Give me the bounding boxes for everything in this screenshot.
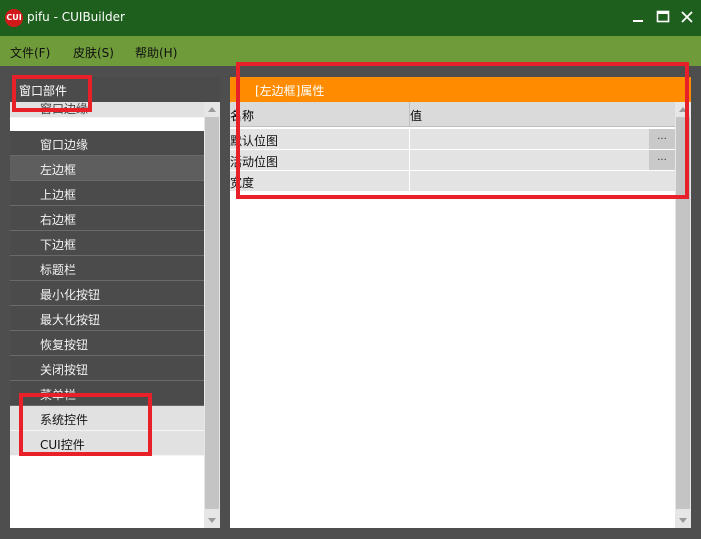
annotation-box-controls — [19, 393, 152, 456]
list-item-restore-button[interactable]: 恢复按钮 — [10, 331, 204, 356]
scroll-up-icon[interactable] — [207, 105, 217, 113]
app-logo-icon: CUI — [5, 9, 23, 27]
menu-help[interactable]: 帮助(H) — [135, 44, 177, 61]
list-item-window-edge[interactable]: 窗口边缘 — [10, 131, 204, 156]
list-item-bottom-border[interactable]: 下边框 — [10, 231, 204, 256]
maximize-icon[interactable] — [654, 8, 672, 26]
minimize-icon[interactable] — [629, 8, 647, 26]
menu-file[interactable]: 文件(F) — [10, 44, 50, 61]
close-icon[interactable] — [678, 8, 696, 26]
list-item-title-bar[interactable]: 标题栏 — [10, 256, 204, 281]
left-scrollbar[interactable] — [204, 102, 220, 528]
annotation-box-properties — [236, 62, 689, 199]
list-item-minimize-button[interactable]: 最小化按钮 — [10, 281, 204, 306]
scroll-down-icon[interactable] — [678, 517, 688, 525]
list-item-right-border[interactable]: 右边框 — [10, 206, 204, 231]
annotation-box-left-header — [12, 75, 92, 112]
list-item-left-border[interactable]: 左边框 — [10, 156, 204, 181]
menu-skin[interactable]: 皮肤(S) — [73, 44, 114, 61]
window-title: pifu - CUIBuilder — [27, 10, 125, 24]
list-item-close-button[interactable]: 关闭按钮 — [10, 356, 204, 381]
list-item-maximize-button[interactable]: 最大化按钮 — [10, 306, 204, 331]
widget-tree: 窗口边缘 窗口边缘 左边框 上边框 右边框 下边框 标题栏 最小化按钮 最大化按… — [10, 102, 204, 528]
scroll-thumb[interactable] — [205, 117, 219, 509]
title-bar: CUI pifu - CUIBuilder — [0, 0, 701, 36]
list-item-top-border[interactable]: 上边框 — [10, 181, 204, 206]
scroll-down-icon[interactable] — [207, 517, 217, 525]
